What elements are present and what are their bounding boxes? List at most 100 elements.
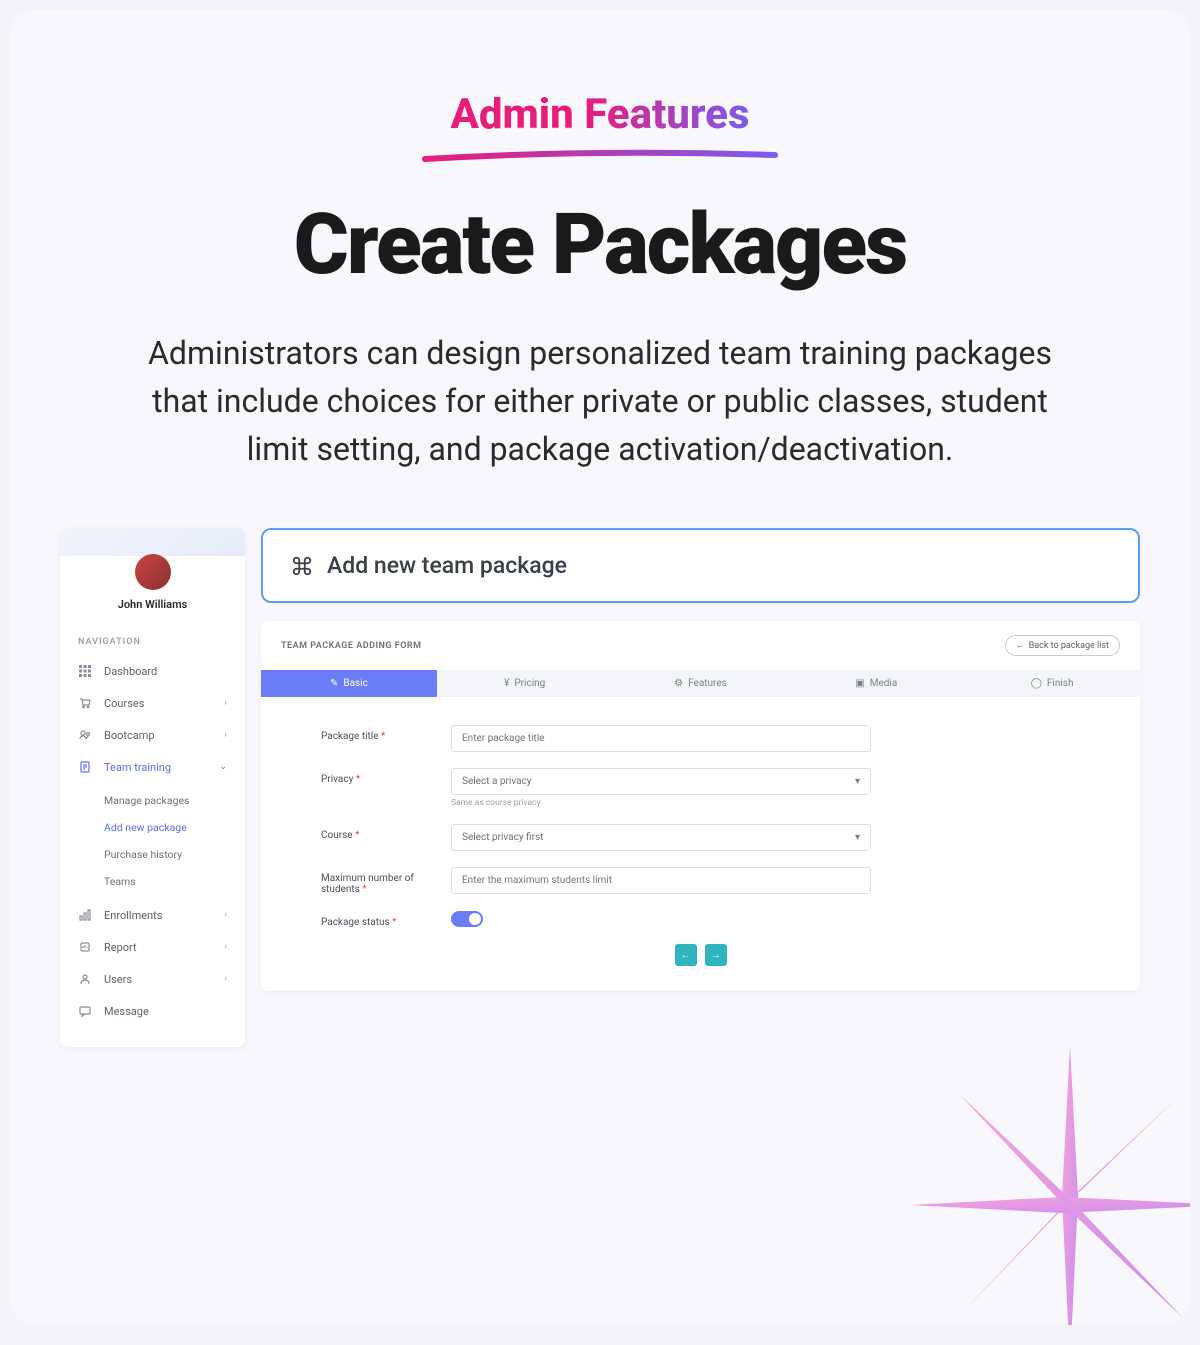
form-topbar: TEAM PACKAGE ADDING FORM ← Back to packa…: [261, 621, 1140, 670]
subtitle: Admin Features: [60, 90, 1140, 139]
tab-basic[interactable]: ✎ Basic: [261, 670, 437, 697]
tab-label: Media: [870, 678, 898, 689]
sidebar-item-team-training[interactable]: Team training ⌄: [60, 751, 245, 783]
message-icon: [78, 1004, 92, 1018]
arrow-left-icon: ←: [1016, 640, 1025, 651]
subtitle-admin: Admin: [450, 90, 573, 139]
back-button[interactable]: ← Back to package list: [1005, 635, 1120, 656]
arrow-left-icon: ←: [681, 950, 691, 961]
app-preview: John Williams NAVIGATION Dashboard Cours…: [60, 528, 1140, 1047]
avatar[interactable]: [135, 554, 171, 590]
select-course-placeholder: Select privacy first: [462, 832, 543, 843]
main-panel: Add new team package TEAM PACKAGE ADDING…: [261, 528, 1140, 1047]
row-privacy: Privacy * Select a privacy ▾ Same as cou…: [321, 768, 1080, 808]
chevron-right-icon: ›: [224, 942, 227, 952]
username: John Williams: [60, 598, 245, 611]
page-container: Admin Features Create Packages Administr…: [10, 10, 1190, 1325]
chevron-right-icon: ›: [224, 974, 227, 984]
sidebar-item-label: Report: [104, 941, 137, 954]
panel-header: Add new team package: [261, 528, 1140, 603]
tab-features[interactable]: ⚙ Features: [613, 670, 789, 697]
sidebar-sub-purchase-history[interactable]: Purchase history: [60, 841, 245, 868]
sidebar-sub-manage-packages[interactable]: Manage packages: [60, 787, 245, 814]
label-status: Package status *: [321, 911, 451, 928]
form-top-title: TEAM PACKAGE ADDING FORM: [281, 641, 422, 651]
header-section: Admin Features Create Packages Administr…: [60, 90, 1140, 473]
sidebar-item-label: Enrollments: [104, 909, 162, 922]
next-button[interactable]: →: [705, 944, 727, 966]
tab-label: Finish: [1047, 678, 1074, 689]
input-package-title[interactable]: [451, 725, 871, 752]
user-icon: [78, 972, 92, 986]
sidebar-item-dashboard[interactable]: Dashboard: [60, 655, 245, 687]
prev-button[interactable]: ←: [675, 944, 697, 966]
sidebar-sub-add-new-package[interactable]: Add new package: [60, 814, 245, 841]
sidebar-item-label: Dashboard: [104, 665, 157, 678]
chevron-down-icon: ▾: [855, 776, 860, 787]
check-icon: ◯: [1031, 678, 1042, 689]
star-decoration-icon: [910, 1045, 1190, 1325]
select-course[interactable]: Select privacy first ▾: [451, 824, 871, 851]
row-max-students: Maximum number of students *: [321, 867, 1080, 895]
sidebar-item-users[interactable]: Users ›: [60, 963, 245, 995]
tab-label: Features: [688, 678, 727, 689]
sidebar-item-message[interactable]: Message: [60, 995, 245, 1027]
page-description: Administrators can design personalized t…: [120, 329, 1080, 473]
sidebar: John Williams NAVIGATION Dashboard Cours…: [60, 528, 245, 1047]
nav-header: NAVIGATION: [60, 625, 245, 655]
chevron-right-icon: ›: [224, 730, 227, 740]
cart-icon: [78, 696, 92, 710]
sidebar-item-label: Courses: [104, 697, 144, 710]
label-package-title: Package title *: [321, 725, 451, 742]
form-panel: TEAM PACKAGE ADDING FORM ← Back to packa…: [261, 621, 1140, 990]
tab-label: Pricing: [514, 678, 545, 689]
tab-pricing[interactable]: ¥ Pricing: [437, 670, 613, 697]
chart-icon: [78, 908, 92, 922]
label-max-students: Maximum number of students *: [321, 867, 451, 895]
command-icon: [291, 555, 313, 577]
doc-icon: [78, 760, 92, 774]
sidebar-sub-teams[interactable]: Teams: [60, 868, 245, 895]
grid-icon: [78, 664, 92, 678]
row-status: Package status *: [321, 911, 1080, 928]
sidebar-item-bootcamp[interactable]: Bootcamp ›: [60, 719, 245, 751]
media-icon: ▣: [855, 678, 864, 689]
back-button-label: Back to package list: [1029, 641, 1109, 651]
sidebar-item-label: Team training: [104, 761, 171, 774]
tab-label: Basic: [343, 678, 368, 689]
gear-icon: ⚙: [674, 678, 683, 689]
arrow-right-icon: →: [711, 950, 721, 961]
users-icon: [78, 728, 92, 742]
select-privacy-placeholder: Select a privacy: [462, 776, 532, 787]
tab-media[interactable]: ▣ Media: [788, 670, 964, 697]
sidebar-item-label: Users: [104, 973, 132, 986]
sidebar-item-courses[interactable]: Courses ›: [60, 687, 245, 719]
pen-icon: ✎: [330, 678, 338, 689]
page-title: Create Packages: [60, 195, 1140, 294]
profile-section: John Williams: [60, 544, 245, 625]
helper-privacy: Same as course privacy: [451, 798, 871, 808]
label-privacy: Privacy *: [321, 768, 451, 785]
input-max-students[interactable]: [451, 867, 871, 894]
select-privacy[interactable]: Select a privacy ▾: [451, 768, 871, 795]
tab-finish[interactable]: ◯ Finish: [964, 670, 1140, 697]
sidebar-item-label: Bootcamp: [104, 729, 155, 742]
row-package-title: Package title *: [321, 725, 1080, 752]
row-course: Course * Select privacy first ▾: [321, 824, 1080, 851]
sidebar-subitems: Manage packages Add new package Purchase…: [60, 783, 245, 899]
chevron-down-icon: ⌄: [219, 762, 227, 772]
chevron-down-icon: ▾: [855, 832, 860, 843]
yen-icon: ¥: [504, 678, 509, 689]
form-actions: ← →: [321, 944, 1080, 966]
chevron-right-icon: ›: [224, 698, 227, 708]
sidebar-item-label: Message: [104, 1005, 149, 1018]
underline-swoosh-icon: [420, 147, 780, 165]
sidebar-item-report[interactable]: Report ›: [60, 931, 245, 963]
form-body: Package title * Privacy * Select a priva…: [261, 697, 1140, 990]
chevron-right-icon: ›: [224, 910, 227, 920]
panel-title: Add new team package: [327, 552, 567, 579]
toggle-status[interactable]: [451, 911, 483, 927]
tabs: ✎ Basic ¥ Pricing ⚙ Features ▣ Media: [261, 670, 1140, 697]
report-icon: [78, 940, 92, 954]
sidebar-item-enrollments[interactable]: Enrollments ›: [60, 899, 245, 931]
